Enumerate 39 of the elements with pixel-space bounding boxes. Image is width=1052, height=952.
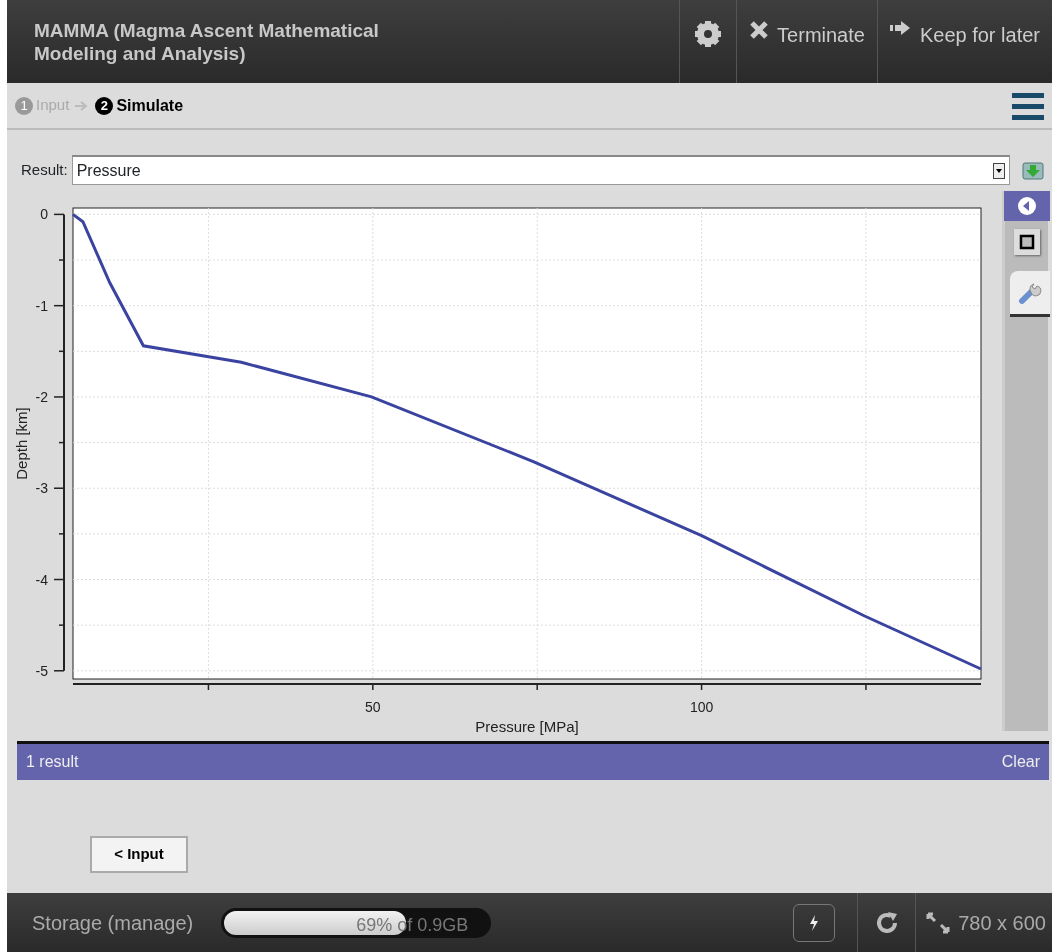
tick-label: 0 xyxy=(40,206,48,223)
tick-label: 100 xyxy=(689,699,714,715)
square-button[interactable] xyxy=(1013,229,1040,255)
clear-link[interactable]: Clear xyxy=(1001,750,1040,774)
axis-title: Depth [km] xyxy=(13,407,30,480)
tick-label: -5 xyxy=(35,662,48,679)
result-label: Result: xyxy=(21,159,68,180)
resize-icon xyxy=(926,911,951,934)
back-button[interactable]: < Input xyxy=(90,836,188,873)
collapse-tab[interactable] xyxy=(1003,191,1050,221)
app-title: MAMMA (Magma Ascent Mathematical Modeling and Analysis) xyxy=(33,19,380,66)
arrow-icon xyxy=(889,20,912,36)
menu-icon xyxy=(1012,90,1044,121)
settings-icon xyxy=(694,20,723,48)
keep-later-button[interactable]: Keep for later xyxy=(876,0,1052,83)
storage-link[interactable]: Storage (manage) xyxy=(32,907,194,938)
result-select[interactable]: Pressure xyxy=(71,155,1010,185)
tick-label: -2 xyxy=(35,388,48,405)
tick-label: 50 xyxy=(365,699,381,715)
square-icon xyxy=(1018,234,1035,250)
flash-button[interactable] xyxy=(793,903,836,942)
terminate-button[interactable]: Terminate xyxy=(736,0,877,83)
menu-button[interactable] xyxy=(1012,90,1044,121)
meter-text: 69% of 0.9GB xyxy=(356,913,469,937)
window-size: 780 x 600 xyxy=(958,910,1046,936)
tick-label: -1 xyxy=(35,297,48,314)
axis-title: Pressure [MPa] xyxy=(475,718,579,735)
tick-label: -4 xyxy=(35,571,48,588)
collapse-icon xyxy=(1016,196,1037,216)
lightning-icon xyxy=(809,914,820,931)
wrench-icon xyxy=(1017,280,1042,305)
dropdown-icon xyxy=(993,162,1005,179)
step-tab[interactable]: 2 Simulate xyxy=(95,93,184,118)
tick-label: -3 xyxy=(35,480,48,497)
download-icon xyxy=(1022,160,1044,181)
result-count: 1 result xyxy=(26,752,79,772)
arrow-icon xyxy=(75,100,90,111)
wrench-tab[interactable] xyxy=(1009,271,1050,317)
close-icon xyxy=(749,20,770,40)
